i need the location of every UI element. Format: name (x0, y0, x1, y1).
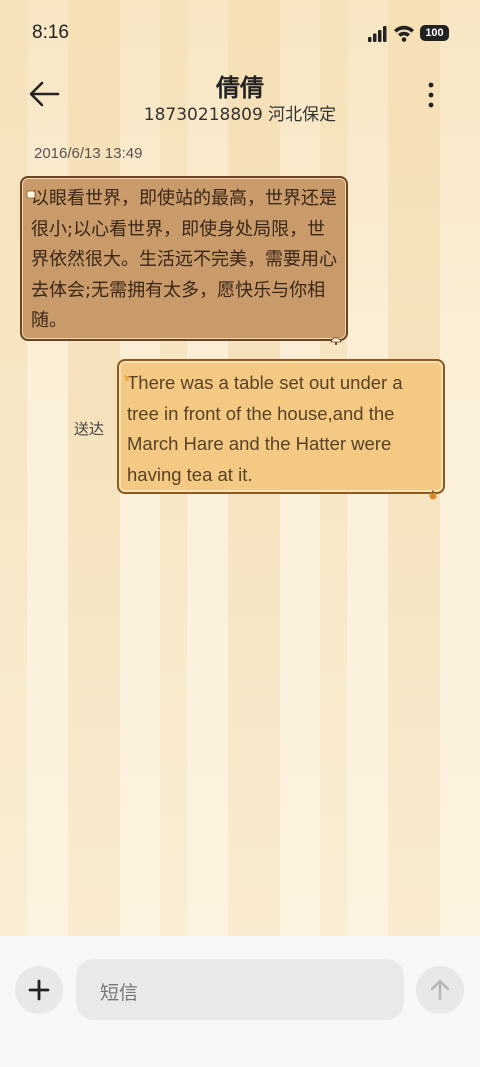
contact-info: 18730218809 河北保定 (143, 105, 337, 125)
send-button[interactable] (416, 966, 464, 1014)
signal-icon (368, 26, 388, 46)
message-input[interactable]: 短信 (76, 959, 404, 1020)
status-bar: 8:16 100 (0, 0, 480, 66)
delivery-status: 送达 (74, 420, 105, 438)
battery-indicator: 100 (420, 25, 449, 41)
outgoing-message-bubble[interactable]: There was a table set out under a tree i… (117, 359, 445, 500)
add-attachment-button[interactable] (15, 966, 63, 1014)
message-input-placeholder: 短信 (100, 982, 139, 1004)
contact-name: 倩倩 (216, 74, 264, 102)
plus-icon (27, 978, 51, 1006)
bubble-corner-decoration-icon (123, 363, 133, 382)
incoming-message-text: 以眼看世界，即使站的最高，世界还是很小;以心看世界，即使身处局限，世界依然很大。… (31, 188, 337, 331)
mushroom-decoration-icon (330, 326, 342, 345)
message-timestamp: 2016/6/13 13:49 (34, 145, 143, 162)
wifi-icon (393, 24, 415, 46)
outgoing-message-text: There was a table set out under a tree i… (127, 372, 403, 485)
arrow-up-icon (428, 978, 452, 1006)
acorn-decoration-icon (427, 479, 439, 500)
more-vertical-icon[interactable] (420, 80, 440, 110)
conversation-header: 倩倩 18730218809 河北保定 (0, 62, 480, 132)
bubble-corner-decoration-icon (26, 180, 36, 199)
status-time: 8:16 (32, 22, 69, 43)
incoming-message-bubble[interactable]: 以眼看世界，即使站的最高，世界还是很小;以心看世界，即使身处局限，世界依然很大。… (20, 176, 348, 345)
